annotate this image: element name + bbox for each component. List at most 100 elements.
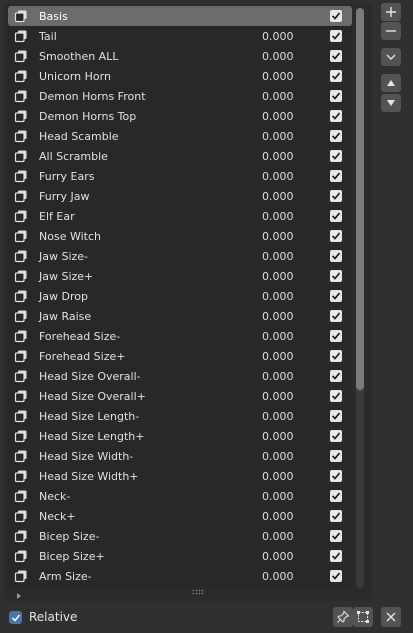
move-shape-key-up-button[interactable] [381, 74, 401, 92]
shape-key-mute-checkbox[interactable] [330, 570, 342, 582]
shape-key-row[interactable]: Jaw Size- 0.000 [8, 246, 352, 266]
shape-key-row[interactable]: Head Scamble 0.000 [8, 126, 352, 146]
shape-key-value[interactable]: 0.000 [262, 330, 294, 343]
clear-shape-keys-button[interactable] [381, 607, 401, 627]
scrollbar[interactable] [356, 8, 364, 588]
shape-key-mute-checkbox[interactable] [330, 50, 342, 62]
shape-key-row[interactable]: Head Size Width+ 0.000 [8, 466, 352, 486]
expand-arrow-icon[interactable] [15, 590, 23, 599]
shape-key-specials-button[interactable] [381, 48, 401, 66]
shape-key-value[interactable]: 0.000 [262, 490, 294, 503]
shape-key-value[interactable]: 0.000 [262, 450, 294, 463]
shape-key-value[interactable]: 0.000 [262, 50, 294, 63]
shape-key-name[interactable]: Furry Ears [39, 170, 239, 183]
shape-key-row[interactable]: Head Size Length+ 0.000 [8, 426, 352, 446]
shape-key-value[interactable]: 0.000 [262, 210, 294, 223]
shape-key-name[interactable]: Forehead Size- [39, 330, 239, 343]
shape-key-row[interactable]: Demon Horns Front 0.000 [8, 86, 352, 106]
shape-key-mute-checkbox[interactable] [330, 290, 342, 302]
shape-key-value[interactable]: 0.000 [262, 290, 294, 303]
shape-key-mute-checkbox[interactable] [330, 230, 342, 242]
shape-key-value[interactable]: 0.000 [262, 550, 294, 563]
shape-key-name[interactable]: Head Size Overall- [39, 370, 239, 383]
shape-key-row[interactable]: Head Size Width- 0.000 [8, 446, 352, 466]
shape-key-value[interactable]: 0.000 [262, 190, 294, 203]
shape-key-name[interactable]: Neck- [39, 490, 239, 503]
list-resize-grip[interactable] [192, 589, 204, 595]
shape-key-pin-button[interactable] [333, 607, 353, 627]
shape-key-mute-checkbox[interactable] [330, 490, 342, 502]
shape-key-name[interactable]: Demon Horns Top [39, 110, 239, 123]
move-shape-key-down-button[interactable] [381, 94, 401, 112]
shape-key-mute-checkbox[interactable] [330, 70, 342, 82]
shape-key-mute-checkbox[interactable] [330, 390, 342, 402]
shape-key-name[interactable]: Head Size Length- [39, 410, 239, 423]
shape-key-name[interactable]: Jaw Raise [39, 310, 239, 323]
shape-key-mute-checkbox[interactable] [330, 130, 342, 142]
shape-key-row[interactable]: Bicep Size+ 0.000 [8, 546, 352, 566]
shape-key-name[interactable]: Demon Horns Front [39, 90, 239, 103]
shape-key-value[interactable]: 0.000 [262, 90, 294, 103]
shape-key-name[interactable]: Jaw Size+ [39, 270, 239, 283]
shape-key-mute-checkbox[interactable] [330, 30, 342, 42]
shape-key-value[interactable]: 0.000 [262, 130, 294, 143]
shape-key-value[interactable]: 0.000 [262, 170, 294, 183]
shape-key-row[interactable]: Head Size Length- 0.000 [8, 406, 352, 426]
shape-key-mute-checkbox[interactable] [330, 430, 342, 442]
shape-key-name[interactable]: Basis [39, 10, 239, 23]
shape-key-value[interactable]: 0.000 [262, 30, 294, 43]
shape-key-mute-checkbox[interactable] [330, 310, 342, 322]
shape-key-row[interactable]: Furry Jaw 0.000 [8, 186, 352, 206]
shape-key-mute-checkbox[interactable] [330, 350, 342, 362]
shape-key-value[interactable]: 0.000 [262, 70, 294, 83]
shape-key-mute-checkbox[interactable] [330, 450, 342, 462]
shape-key-name[interactable]: Tail [39, 30, 239, 43]
shape-key-name[interactable]: Bicep Size+ [39, 550, 239, 563]
shape-key-row[interactable]: Forehead Size+ 0.000 [8, 346, 352, 366]
shape-key-row[interactable]: Head Size Overall+ 0.000 [8, 386, 352, 406]
shape-key-value[interactable]: 0.000 [262, 390, 294, 403]
shape-key-mute-checkbox[interactable] [330, 110, 342, 122]
shape-key-row[interactable]: Elf Ear 0.000 [8, 206, 352, 226]
shape-key-row[interactable]: Jaw Raise 0.000 [8, 306, 352, 326]
shape-key-name[interactable]: Neck+ [39, 510, 239, 523]
shape-key-mute-checkbox[interactable] [330, 150, 342, 162]
shape-key-value[interactable]: 0.000 [262, 250, 294, 263]
shape-key-mute-checkbox[interactable] [330, 410, 342, 422]
shape-key-row[interactable]: Neck+ 0.000 [8, 506, 352, 526]
shape-key-row[interactable]: Nose Witch 0.000 [8, 226, 352, 246]
shape-key-row[interactable]: Bicep Size- 0.000 [8, 526, 352, 546]
shape-key-mute-checkbox[interactable] [330, 270, 342, 282]
shape-key-value[interactable]: 0.000 [262, 150, 294, 163]
shape-key-row[interactable]: Demon Horns Top 0.000 [8, 106, 352, 126]
shape-key-value[interactable]: 0.000 [262, 530, 294, 543]
shape-key-name[interactable]: Jaw Drop [39, 290, 239, 303]
shape-key-list[interactable]: Basis Tail 0.000 Smoothen ALL 0.000 Unicorn H… [8, 6, 352, 589]
shape-key-row[interactable]: Neck- 0.000 [8, 486, 352, 506]
shape-key-name[interactable]: Head Size Width+ [39, 470, 239, 483]
shape-key-value[interactable]: 0.000 [262, 430, 294, 443]
shape-key-name[interactable]: Elf Ear [39, 210, 239, 223]
shape-key-name[interactable]: Jaw Size- [39, 250, 239, 263]
shape-key-mute-checkbox[interactable] [330, 210, 342, 222]
shape-key-value[interactable]: 0.000 [262, 510, 294, 523]
scrollbar-thumb[interactable] [356, 8, 364, 390]
shape-key-mute-checkbox[interactable] [330, 510, 342, 522]
shape-key-name[interactable]: Head Size Length+ [39, 430, 239, 443]
shape-key-name[interactable]: Nose Witch [39, 230, 239, 243]
shape-key-name[interactable]: All Scramble [39, 150, 239, 163]
shape-key-row[interactable]: Arm Size- 0.000 [8, 566, 352, 586]
shape-key-value[interactable]: 0.000 [262, 570, 294, 583]
shape-key-row[interactable]: Smoothen ALL 0.000 [8, 46, 352, 66]
shape-key-name[interactable]: Arm Size- [39, 570, 239, 583]
shape-key-value[interactable]: 0.000 [262, 370, 294, 383]
shape-key-row[interactable]: Jaw Drop 0.000 [8, 286, 352, 306]
shape-key-value[interactable]: 0.000 [262, 470, 294, 483]
shape-key-edit-mode-button[interactable] [353, 607, 373, 627]
add-shape-key-button[interactable] [381, 3, 401, 21]
shape-key-mute-checkbox[interactable] [330, 90, 342, 102]
shape-key-row[interactable]: All Scramble 0.000 [8, 146, 352, 166]
shape-key-name[interactable]: Smoothen ALL [39, 50, 239, 63]
shape-key-mute-checkbox[interactable] [330, 190, 342, 202]
shape-key-value[interactable]: 0.000 [262, 270, 294, 283]
